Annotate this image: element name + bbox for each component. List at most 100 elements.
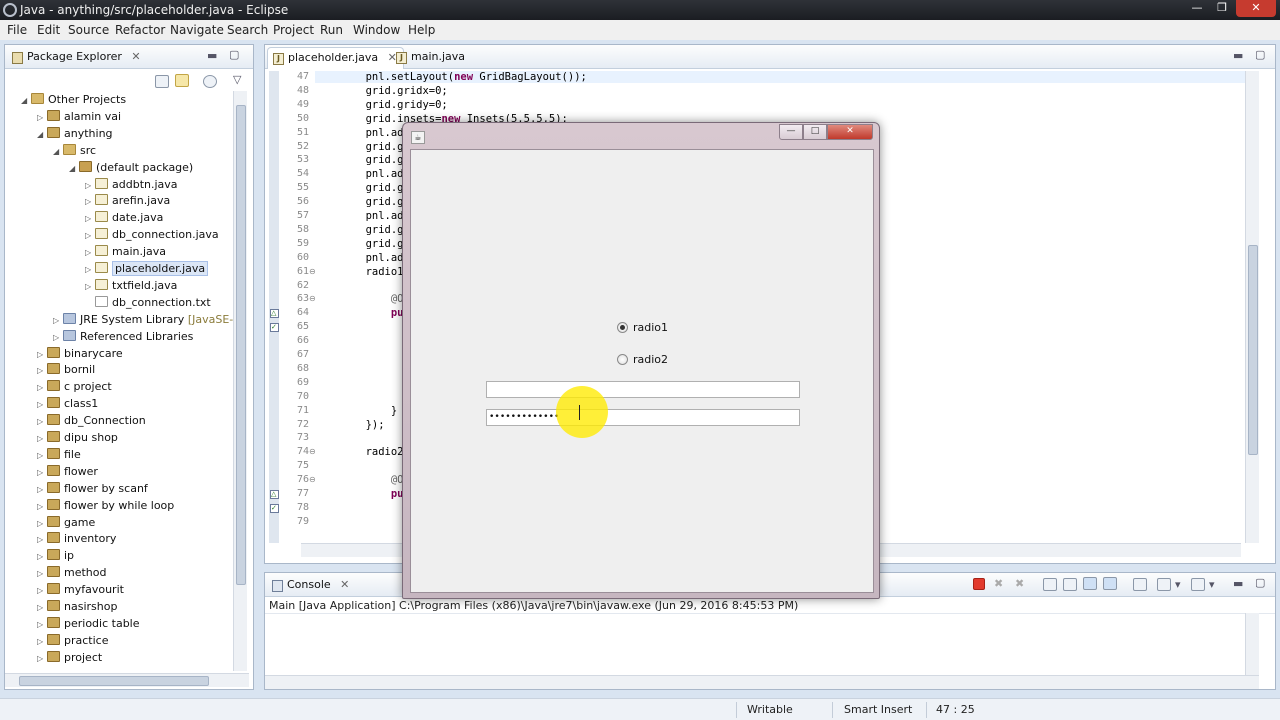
console-vertical-scrollbar[interactable]	[1245, 613, 1259, 675]
tree-item[interactable]: ▷ flower	[37, 463, 98, 480]
code-line[interactable]: }	[315, 405, 397, 417]
swing-minimize-button[interactable]: —	[779, 124, 803, 140]
display-console-icon[interactable]	[1157, 578, 1171, 591]
editor-scroll-thumb[interactable]	[1248, 245, 1258, 455]
remove-launch-icon[interactable]: ✖	[994, 577, 1003, 590]
maximize-view-icon[interactable]: ▢	[229, 48, 239, 61]
menu-help[interactable]: Help	[408, 23, 435, 37]
tree-item[interactable]: ▷ dipu shop	[37, 429, 118, 446]
tree-item[interactable]: ▷ db_Connection	[37, 412, 146, 429]
tree-item[interactable]: ◢ Other Projects	[21, 91, 126, 108]
swing-maximize-button[interactable]: □	[803, 124, 827, 140]
menu-search[interactable]: Search	[227, 23, 268, 37]
code-line[interactable]: grid.gridx=0;	[315, 85, 448, 97]
tree-item[interactable]: ▷ periodic table	[37, 615, 140, 632]
tree-item[interactable]: ▷ game	[37, 514, 95, 531]
collapse-arrow-icon[interactable]: ▷	[37, 413, 47, 430]
code-line[interactable]: grid.gridy=0;	[315, 99, 448, 111]
collapse-arrow-icon[interactable]: ▷	[37, 548, 47, 565]
console-horizontal-scrollbar[interactable]	[265, 675, 1259, 689]
code-line[interactable]: pnl.add	[315, 168, 410, 180]
collapse-arrow-icon[interactable]: ▷	[37, 616, 47, 633]
collapse-arrow-icon[interactable]: ▷	[85, 244, 95, 261]
link-with-editor-icon[interactable]	[175, 74, 189, 87]
collapse-arrow-icon[interactable]: ▷	[37, 464, 47, 481]
collapse-arrow-icon[interactable]: ▷	[37, 379, 47, 396]
menu-refactor[interactable]: Refactor	[115, 23, 165, 37]
pin-console-icon[interactable]	[1133, 578, 1147, 591]
code-line[interactable]: pnl.add	[315, 127, 410, 139]
text-field[interactable]	[486, 381, 800, 398]
tree-item[interactable]: ◢ anything	[37, 125, 113, 142]
tree-item[interactable]: ▷ db_connection.java	[85, 226, 219, 243]
collapse-arrow-icon[interactable]: ▷	[37, 599, 47, 616]
show-on-output-icon[interactable]	[1083, 577, 1097, 590]
close-icon[interactable]: ✕	[340, 578, 349, 591]
tab-console[interactable]: Console ✕	[267, 575, 355, 597]
minimize-view-icon[interactable]: ▬	[207, 49, 217, 62]
collapse-arrow-icon[interactable]: ▷	[85, 278, 95, 295]
menu-navigate[interactable]: Navigate	[170, 23, 224, 37]
collapse-arrow-icon[interactable]: ▷	[37, 362, 47, 379]
code-line[interactable]: pnl.setLayout(new GridBagLayout());	[315, 71, 1245, 83]
collapse-arrow-icon[interactable]: ▷	[85, 261, 95, 278]
expand-arrow-icon[interactable]: ◢	[53, 143, 63, 160]
tree-vertical-scrollbar[interactable]	[233, 91, 247, 671]
tree-item[interactable]: ▷ c project	[37, 378, 112, 395]
radio2-option[interactable]: radio2	[617, 353, 668, 369]
tree-hscroll-thumb[interactable]	[19, 676, 209, 686]
menu-source[interactable]: Source	[68, 23, 109, 37]
tab-main-java[interactable]: J main.java	[391, 47, 471, 69]
tree-item[interactable]: ▷ binarycare	[37, 345, 123, 362]
tree-item[interactable]: ▷ inventory	[37, 530, 116, 547]
radio2-button[interactable]	[617, 354, 628, 365]
collapse-arrow-icon[interactable]: ▷	[37, 447, 47, 464]
tree-item[interactable]: ▷ ip	[37, 547, 74, 564]
collapse-arrow-icon[interactable]: ▷	[37, 481, 47, 498]
code-line[interactable]: grid.gr	[315, 154, 410, 166]
code-line[interactable]: grid.gr	[315, 182, 410, 194]
menu-file[interactable]: File	[7, 23, 27, 37]
code-line[interactable]: @Ov	[315, 474, 410, 486]
collapse-arrow-icon[interactable]: ▷	[37, 582, 47, 599]
minimize-button[interactable]: —	[1184, 0, 1210, 17]
open-console-icon[interactable]	[1191, 578, 1205, 591]
scroll-lock-icon[interactable]	[1063, 578, 1077, 591]
chevron-down-icon[interactable]: ▾	[1175, 578, 1181, 591]
maximize-view-icon[interactable]: ▢	[1255, 576, 1265, 589]
tree-item[interactable]: db_connection.txt	[85, 294, 211, 311]
expand-arrow-icon[interactable]: ◢	[21, 92, 31, 109]
remove-all-icon[interactable]: ✖	[1015, 577, 1024, 590]
tree-item[interactable]: ▷ myfavourit	[37, 581, 124, 598]
radio1-option[interactable]: radio1	[617, 321, 668, 337]
code-line[interactable]: });	[315, 419, 385, 431]
code-line[interactable]: grid.gr	[315, 196, 410, 208]
tree-item[interactable]: ▷ project	[37, 649, 102, 666]
code-line[interactable]: grid.gr	[315, 141, 410, 153]
code-line[interactable]: pnl.add	[315, 210, 410, 222]
tree-item[interactable]: ▷ practice	[37, 632, 108, 649]
code-line[interactable]: radio2.a	[315, 446, 417, 458]
minimize-view-icon[interactable]: ▬	[1233, 577, 1243, 590]
swing-close-button[interactable]: ✕	[827, 124, 873, 140]
collapse-arrow-icon[interactable]: ▷	[37, 498, 47, 515]
tree-item[interactable]: ▷ placeholder.java	[85, 260, 209, 278]
tree-item[interactable]: ▷ alamin vai	[37, 108, 121, 125]
radio1-button[interactable]	[617, 322, 628, 333]
collapse-arrow-icon[interactable]: ▷	[85, 177, 95, 194]
view-menu-icon[interactable]: ▽	[233, 73, 241, 86]
tree-horizontal-scrollbar[interactable]	[5, 673, 249, 687]
editor-vertical-scrollbar[interactable]	[1245, 71, 1259, 543]
code-line[interactable]: pnl.add	[315, 252, 410, 264]
tree-item[interactable]: ▷ main.java	[85, 243, 166, 260]
collapse-arrow-icon[interactable]: ▷	[37, 531, 47, 548]
tree-item[interactable]: ▷ arefin.java	[85, 192, 170, 209]
code-line[interactable]: pub	[315, 307, 410, 319]
collapse-arrow-icon[interactable]: ▷	[37, 565, 47, 582]
tree-item[interactable]: ▷ Referenced Libraries	[53, 328, 193, 345]
collapse-arrow-icon[interactable]: ▷	[53, 312, 63, 329]
menu-project[interactable]: Project	[273, 23, 314, 37]
collapse-arrow-icon[interactable]: ▷	[37, 633, 47, 650]
menu-run[interactable]: Run	[320, 23, 343, 37]
code-line[interactable]: grid.gr	[315, 224, 410, 236]
